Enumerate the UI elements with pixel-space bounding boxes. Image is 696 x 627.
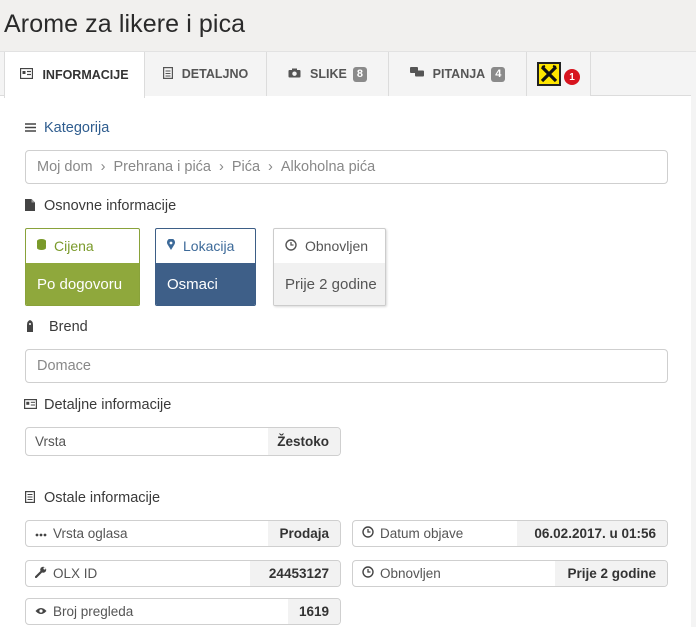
info-value: Prije 2 godine [555, 561, 667, 586]
renewed-value: Prije 2 godine [274, 263, 385, 305]
map-pin-icon [167, 238, 175, 253]
info-value: 06.02.2017. u 01:56 [517, 521, 667, 546]
renewed-label: Obnovljen [305, 238, 369, 254]
id-card-icon [20, 67, 34, 82]
clock-icon [362, 566, 374, 581]
info-row-broj-pregleda: Broj pregleda 1619 [25, 598, 341, 625]
renewed-box-header: Obnovljen [274, 229, 385, 263]
tab-label: DETALJNO [181, 67, 249, 81]
osnovne-heading: Osnovne informacije [24, 198, 176, 214]
page-title: Arome za likere i pica [4, 10, 246, 38]
brand-value: Domace [37, 358, 91, 374]
ostale-heading: Ostale informacije [24, 490, 160, 506]
info-key: Vrsta oglasa [26, 521, 268, 546]
notification-badge: 1 [564, 69, 580, 85]
tab-raiffeisen[interactable]: 1 [527, 52, 591, 96]
info-row-olx-id: OLX ID 24453127 [25, 560, 341, 587]
breadcrumb-separator: › [100, 159, 106, 175]
tab-detaljno[interactable]: DETALJNO [145, 52, 267, 96]
detaljne-label: Detaljne informacije [44, 397, 172, 413]
document-icon [162, 66, 173, 82]
price-box: Cijena Po dogovoru [25, 228, 140, 306]
ostale-label: Ostale informacije [44, 490, 161, 506]
price-value: Po dogovoru [26, 263, 139, 305]
breadcrumb-separator: › [268, 159, 273, 175]
kategorija-heading: Kategorija [24, 120, 109, 136]
clock-icon [285, 238, 297, 254]
info-key: Obnovljen [353, 561, 555, 586]
category-breadcrumb: Moj dom › Prehrana i pića › Pića › Alkoh… [25, 150, 668, 184]
tab-label: SLIKE [310, 67, 347, 81]
tab-informacije[interactable]: INFORMACIJE [4, 52, 145, 98]
list-doc-icon [24, 490, 36, 506]
detail-row-vrsta: Vrsta Žestoko [25, 427, 341, 456]
ellipsis-icon [35, 528, 47, 540]
clock-icon [362, 526, 374, 541]
info-row-obnovljen: Obnovljen Prije 2 godine [352, 560, 668, 587]
info-key: OLX ID [26, 561, 250, 586]
kategorija-label: Kategorija [44, 120, 110, 136]
location-label: Lokacija [183, 238, 235, 254]
brand-field: Domace [25, 349, 668, 383]
brend-label: Brend [49, 319, 88, 335]
tab-pitanja[interactable]: PITANJA 4 [389, 52, 527, 96]
location-box-header: Lokacija [156, 229, 255, 263]
id-card-icon [24, 398, 38, 412]
renewed-box: Obnovljen Prije 2 godine [273, 228, 386, 306]
file-icon [24, 198, 36, 214]
info-key-label: Vrsta oglasa [53, 526, 128, 541]
breadcrumb-separator: › [218, 159, 224, 175]
breadcrumb-item[interactable]: Alkoholna pića [281, 159, 375, 175]
photo-count-badge: 8 [352, 66, 367, 82]
raiffeisen-logo-icon [537, 62, 561, 86]
chat-icon [409, 67, 424, 81]
info-row-datum-objave: Datum objave 06.02.2017. u 01:56 [352, 520, 668, 547]
info-key-label: Obnovljen [380, 566, 441, 581]
info-key-label: OLX ID [53, 566, 98, 581]
tab-slike[interactable]: SLIKE 8 [267, 52, 389, 96]
info-key-label: Broj pregleda [53, 604, 134, 619]
info-key-label: Datum objave [380, 526, 464, 541]
eye-icon [35, 606, 47, 618]
location-box[interactable]: Lokacija Osmaci [155, 228, 256, 306]
list-icon [24, 121, 36, 135]
coins-icon [37, 239, 46, 253]
breadcrumb-item[interactable]: Prehrana i pića [113, 159, 211, 175]
breadcrumb-item[interactable]: Pića [232, 159, 260, 175]
question-count-badge: 4 [491, 66, 506, 82]
info-key: Broj pregleda [26, 599, 288, 624]
tab-bar: INFORMACIJE DETALJNO SLIKE 8 PITANJA 4 1 [0, 51, 696, 98]
detail-key: Vrsta [35, 434, 67, 449]
tab-label: INFORMACIJE [42, 68, 129, 82]
brend-heading: Brend [24, 319, 88, 335]
wrench-icon [34, 566, 47, 581]
breadcrumb-item[interactable]: Moj dom [37, 159, 93, 175]
detail-value: Žestoko [268, 428, 340, 455]
osnovne-label: Osnovne informacije [44, 198, 177, 214]
camera-icon [288, 67, 301, 81]
location-value: Osmaci [156, 263, 255, 305]
detaljne-heading: Detaljne informacije [24, 397, 171, 413]
info-row-vrsta-oglasa: Vrsta oglasa Prodaja [25, 520, 341, 547]
scrollbar[interactable] [691, 52, 696, 627]
title-bar: Arome za likere i pica [0, 0, 696, 52]
price-box-header: Cijena [26, 229, 139, 263]
info-value: Prodaja [268, 521, 340, 546]
price-label: Cijena [54, 238, 94, 254]
tab-label: PITANJA [432, 67, 486, 81]
info-value: 24453127 [250, 561, 340, 586]
info-value: 1619 [288, 599, 340, 624]
tag-icon [24, 319, 36, 335]
info-key: Datum objave [353, 521, 517, 546]
